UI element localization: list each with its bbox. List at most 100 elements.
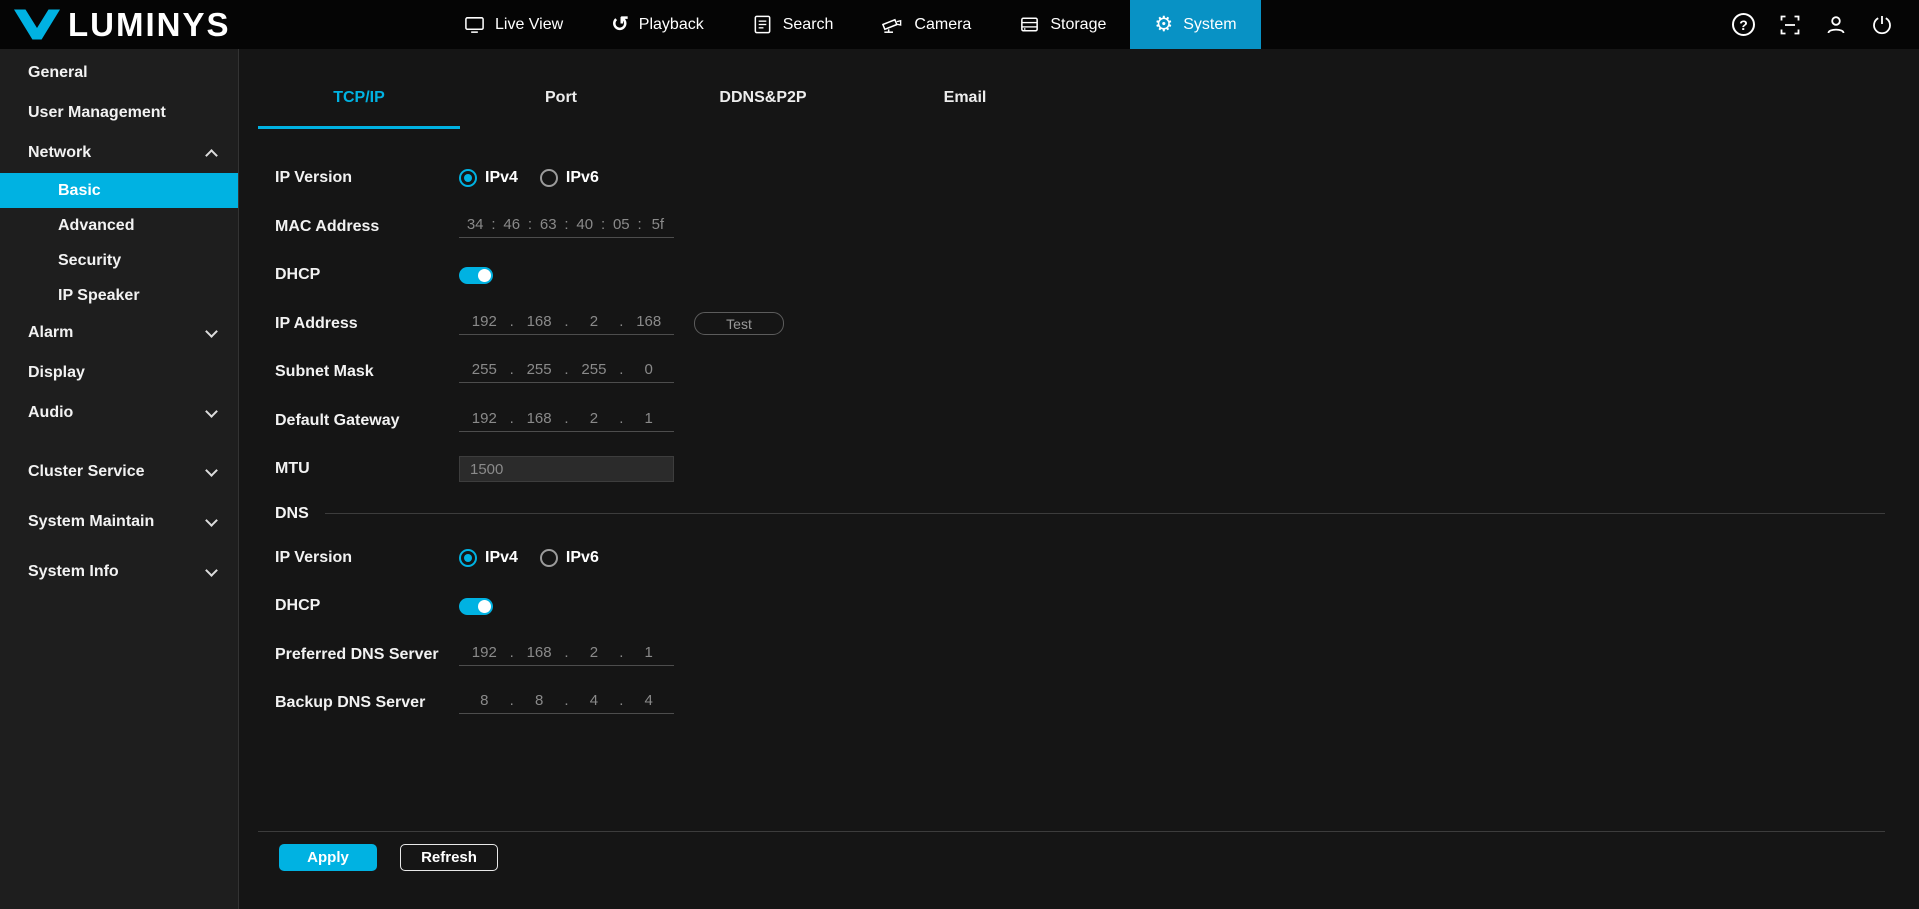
ip-octet[interactable]: 255 (569, 361, 620, 378)
sidebar-item-user-management[interactable]: User Management (0, 93, 238, 133)
ip-octet[interactable]: 2 (569, 644, 620, 661)
default-gateway-input[interactable]: 192 . 168 . 2 . 1 (459, 410, 674, 432)
sidebar-item-general[interactable]: General (0, 53, 238, 93)
ipv4-radio[interactable]: IPv4 (459, 169, 518, 187)
mac-segment[interactable]: 05 (605, 216, 637, 233)
nav-item-live-view[interactable]: Live View (440, 0, 587, 49)
subnet-mask-input[interactable]: 255 . 255 . 255 . 0 (459, 361, 674, 383)
sidebar-item-cluster-service[interactable]: Cluster Service (0, 447, 238, 497)
sidebar-item-system-info[interactable]: System Info (0, 547, 238, 597)
dns-ipv4-radio[interactable]: IPv4 (459, 549, 518, 567)
form-row-mac-address: MAC Address 34 : 46 : 63 : 40 : 05 : 5f (258, 203, 1885, 252)
test-button[interactable]: Test (694, 312, 784, 335)
mac-address-input[interactable]: 34 : 46 : 63 : 40 : 05 : 5f (459, 216, 674, 238)
ip-octet[interactable]: 255 (514, 361, 565, 378)
tab-ddns-p2p[interactable]: DDNS&P2P (662, 71, 864, 129)
tab-tcpip[interactable]: TCP/IP (258, 71, 460, 129)
ip-octet[interactable]: 168 (623, 313, 674, 330)
mac-segment[interactable]: 63 (532, 216, 564, 233)
top-bar: LUMINYS Live View Playback Search Camera (0, 0, 1919, 49)
ipv6-radio[interactable]: IPv6 (540, 169, 599, 187)
ip-octet[interactable]: 168 (514, 410, 565, 427)
form-footer: Apply Refresh (258, 831, 1885, 871)
form-row-preferred-dns: Preferred DNS Server 192 . 168 . 2 . 1 (258, 631, 1885, 680)
ip-octet[interactable]: 8 (459, 692, 510, 709)
tab-email[interactable]: Email (864, 71, 1066, 129)
mac-segment[interactable]: 34 (459, 216, 491, 233)
ip-octet[interactable]: 8 (514, 692, 565, 709)
form-row-subnet-mask: Subnet Mask 255 . 255 . 255 . 0 (258, 348, 1885, 397)
mtu-input[interactable] (459, 456, 674, 482)
settings-tabs: TCP/IP Port DDNS&P2P Email (258, 71, 1919, 129)
nav-item-playback[interactable]: Playback (587, 0, 728, 49)
field-label: IP Version (275, 549, 459, 567)
ip-octet[interactable]: 1 (623, 644, 674, 661)
dhcp-toggle[interactable] (459, 267, 493, 284)
radio-selected-icon (459, 549, 477, 567)
mac-segment[interactable]: 46 (496, 216, 528, 233)
ip-octet[interactable]: 192 (459, 313, 510, 330)
user-icon[interactable] (1825, 14, 1847, 36)
refresh-button[interactable]: Refresh (400, 844, 498, 871)
ip-octet[interactable]: 168 (514, 644, 565, 661)
form-row-ip-address: IP Address 192 . 168 . 2 . 168 Test (258, 300, 1885, 349)
ip-octet[interactable]: 1 (623, 410, 674, 427)
sidebar-item-advanced[interactable]: Advanced (0, 208, 238, 243)
nav-item-storage[interactable]: Storage (995, 0, 1130, 49)
gear-icon (1154, 14, 1173, 35)
nav-label: Search (783, 16, 834, 34)
chevron-down-icon (205, 405, 218, 418)
nav-item-system[interactable]: System (1130, 0, 1260, 49)
dns-ipv6-radio[interactable]: IPv6 (540, 549, 599, 567)
power-icon[interactable] (1871, 14, 1893, 36)
nav-label: Playback (639, 16, 704, 34)
nav-item-camera[interactable]: Camera (857, 0, 995, 49)
storage-icon (1019, 14, 1040, 35)
sidebar-item-label: Network (28, 144, 91, 162)
help-icon[interactable]: ? (1732, 13, 1755, 36)
top-navigation: Live View Playback Search Camera Storage (440, 0, 1261, 49)
screen-capture-icon[interactable] (1779, 14, 1801, 36)
sidebar-item-basic[interactable]: Basic (0, 173, 238, 208)
mac-segment[interactable]: 40 (569, 216, 601, 233)
sidebar-item-ip-speaker[interactable]: IP Speaker (0, 278, 238, 313)
sidebar-item-system-maintain[interactable]: System Maintain (0, 497, 238, 547)
section-title: DNS (275, 505, 309, 523)
ip-octet[interactable]: 2 (569, 410, 620, 427)
preferred-dns-input[interactable]: 192 . 168 . 2 . 1 (459, 644, 674, 666)
ip-octet[interactable]: 168 (514, 313, 565, 330)
tab-port[interactable]: Port (460, 71, 662, 129)
sidebar-item-label: Advanced (58, 217, 134, 235)
ip-octet[interactable]: 4 (569, 692, 620, 709)
chevron-down-icon (205, 464, 218, 477)
field-label: IP Address (275, 315, 459, 333)
sidebar: General User Management Network Basic Ad… (0, 49, 239, 909)
logo-mark-icon (14, 6, 60, 43)
sidebar-item-label: System Maintain (28, 513, 154, 531)
sidebar-item-audio[interactable]: Audio (0, 393, 238, 433)
ip-address-input[interactable]: 192 . 168 . 2 . 168 (459, 313, 674, 335)
sidebar-item-security[interactable]: Security (0, 243, 238, 278)
radio-label: IPv6 (566, 549, 599, 567)
nav-item-search[interactable]: Search (728, 0, 858, 49)
dns-dhcp-toggle[interactable] (459, 598, 493, 615)
ip-octet[interactable]: 2 (569, 313, 620, 330)
document-icon (752, 14, 773, 35)
section-divider (325, 513, 1885, 514)
ip-octet[interactable]: 192 (459, 410, 510, 427)
sidebar-item-display[interactable]: Display (0, 353, 238, 393)
ip-octet[interactable]: 255 (459, 361, 510, 378)
field-label: DHCP (275, 597, 459, 615)
mac-segment[interactable]: 5f (642, 216, 674, 233)
backup-dns-input[interactable]: 8 . 8 . 4 . 4 (459, 692, 674, 714)
ip-octet[interactable]: 192 (459, 644, 510, 661)
sidebar-item-alarm[interactable]: Alarm (0, 313, 238, 353)
ip-octet[interactable]: 4 (623, 692, 674, 709)
sidebar-item-label: Alarm (28, 324, 73, 342)
apply-button[interactable]: Apply (279, 844, 377, 871)
chevron-up-icon (205, 149, 218, 162)
monitor-icon (464, 14, 485, 35)
ip-octet[interactable]: 0 (623, 361, 674, 378)
sidebar-item-network[interactable]: Network (0, 133, 238, 173)
radio-unselected-icon (540, 169, 558, 187)
